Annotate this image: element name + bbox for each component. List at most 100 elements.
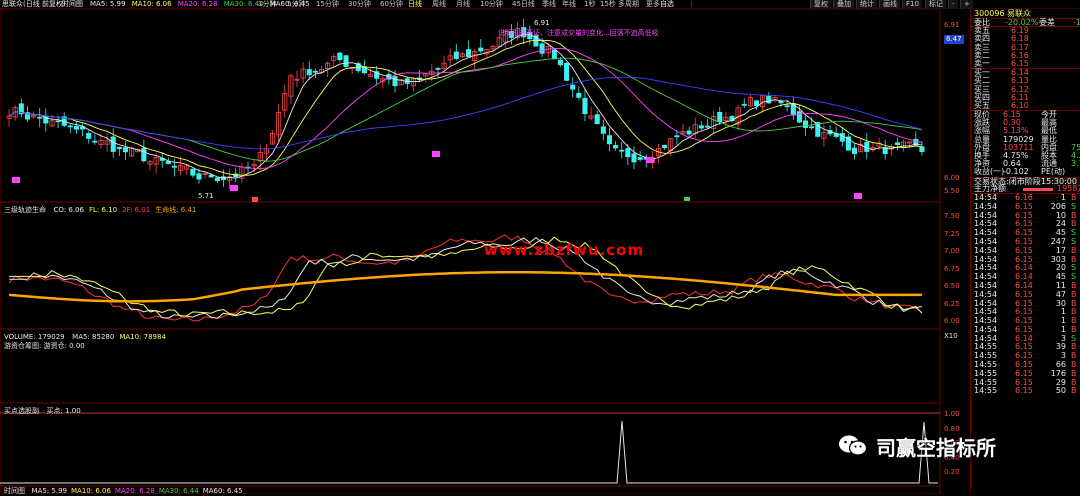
order-book-row[interactable]: 买五 6.10	[971, 100, 1080, 110]
toolbar-button[interactable]: 叠加	[833, 0, 854, 9]
chart-area[interactable]: 6.91 说明形态开证、注意成交量的变化...回落不追高低吸 5.71 三级轨迹…	[0, 9, 970, 495]
period-tab[interactable]: 45日线	[512, 0, 535, 9]
candle-body	[851, 147, 858, 155]
toolbar-button[interactable]: F10	[902, 0, 922, 9]
candle-body	[894, 142, 900, 145]
candle-body	[600, 126, 606, 134]
panel4-name: 买点选股副	[4, 407, 39, 415]
toolbar-button[interactable]: 统计	[856, 0, 877, 9]
candle-body	[784, 105, 790, 108]
period-tab[interactable]: 更多	[646, 0, 660, 9]
candle-body	[766, 95, 772, 104]
period-tab[interactable]: 月线	[456, 0, 470, 9]
tick-row[interactable]: 14:55 6.15 50 B	[971, 387, 1080, 396]
readout-item: 2F: 6.01	[122, 206, 151, 214]
period-tab[interactable]: 周线	[432, 0, 446, 9]
candle-body	[165, 161, 171, 165]
indicator-name[interactable]: 时间图	[62, 0, 83, 9]
wechat-brand: 司赢空指标所	[838, 430, 996, 462]
capital-readout: 游资仓筹图: 游资仓: 0.00	[4, 342, 85, 350]
weicha-label: 委差	[1039, 18, 1055, 27]
period-tab[interactable]: 5分钟	[287, 0, 305, 9]
period-tab[interactable]: 15分钟	[316, 0, 339, 9]
tick-cell: 14:55	[974, 386, 998, 396]
readout-item: 买点: 1.00	[46, 407, 81, 415]
candle-body	[686, 130, 692, 135]
sell-book: 卖五 6.19 卖四 6.18 卖三 6.17 卖二 6.16 卖一 6.15	[971, 26, 1080, 68]
toolbar-button[interactable]: 标记	[925, 0, 946, 9]
life-line	[8, 270, 922, 303]
site-watermark: www.zbzfwu.com	[484, 241, 645, 259]
candle-body	[582, 97, 588, 114]
candle-body	[337, 52, 343, 61]
period-tab[interactable]: 多周期	[618, 0, 639, 9]
toolbar-button[interactable]: 画线	[879, 0, 900, 9]
period-tab[interactable]: 15秒	[600, 0, 616, 9]
period-tab[interactable]: 60分钟	[380, 0, 403, 9]
panel4-title: 买点选股副 买点: 1.00	[4, 406, 81, 415]
order-book-row[interactable]: 卖一 6.15	[971, 58, 1080, 68]
level-price: 6.10	[1011, 100, 1029, 110]
selected-label[interactable]: 自选	[660, 0, 674, 9]
candle-body	[141, 147, 147, 162]
period-tab[interactable]: 10分钟	[480, 0, 503, 9]
period-tab[interactable]: 1秒	[584, 0, 595, 9]
ma-line	[8, 57, 923, 162]
stock-title[interactable]: 思联众(日线 前复权)	[2, 0, 66, 9]
candle-body	[478, 47, 484, 52]
level-label: 卖一	[974, 58, 990, 68]
stock-name[interactable]: 易联众	[1007, 9, 1031, 18]
main-flow-bar	[1023, 187, 1053, 191]
stats-table: 现价 6.15 今开 涨跌 0.30 最高 涨幅 5.13% 最低 总量 179029 量比 外盘 103…	[971, 110, 1080, 177]
period-tab[interactable]: 1分钟	[258, 0, 276, 9]
axis-tick: 1.00	[944, 410, 960, 418]
tick-list[interactable]: 14:54 6.16 1 B 14:54 6.15 206 S 14:54 6.15 10 B 14:5…	[971, 192, 1080, 396]
candle-body	[551, 49, 557, 60]
axis-tick: 6.50	[944, 282, 960, 290]
period-tab[interactable]: 季线	[542, 0, 556, 9]
candle-body	[576, 93, 582, 98]
candle-body	[466, 49, 472, 57]
candle-body	[116, 146, 122, 150]
signal-box	[230, 185, 238, 191]
axis-tick: 7.00	[944, 247, 960, 255]
candle-body	[698, 125, 704, 129]
tick-cell: 6.15	[1015, 386, 1033, 396]
toolbar-button[interactable]: 复权	[810, 0, 831, 9]
candle-body	[796, 111, 802, 123]
signal-box	[12, 177, 20, 183]
period-tab[interactable]: 年线	[562, 0, 576, 9]
toolbar-button[interactable]: +	[960, 0, 973, 9]
axis-tick: 0.20	[944, 468, 960, 476]
panel2-name: 三级轨迹生命	[4, 206, 46, 214]
stat-row: 收益(一) -0.102 PE(动)	[971, 168, 1080, 176]
panel2-title: 三级轨迹生命 CO: 6.06 FL: 6.10 2F: 6.01 生命线: 6.41	[4, 205, 196, 214]
toolbar-button[interactable]: -	[948, 0, 958, 9]
period-tab[interactable]: 30分钟	[348, 0, 371, 9]
candle-body	[717, 112, 723, 123]
period-tab[interactable]: 日线	[408, 0, 422, 9]
panel3-readout: MA5: 85280 MA10: 78984	[67, 332, 166, 341]
ma-readout-item: MA10: 6.06	[131, 0, 172, 8]
high-price-label: 6.91	[534, 19, 550, 27]
stock-code[interactable]: 300096	[974, 9, 1005, 18]
candle-body	[122, 147, 129, 153]
stat-cell: 收益(一)	[974, 167, 1005, 177]
candle-body	[809, 126, 815, 129]
candle-body	[778, 100, 784, 104]
quote-panel: 300096 易联众 委比 -20.02% 委差 -1 卖五 6.19 卖四 6.18…	[970, 9, 1080, 494]
panel3-title: VOLUME: 179029 MA5: 85280 MA10: 78984	[4, 332, 166, 341]
axis-tick: X10	[944, 332, 958, 340]
candle-body	[343, 55, 349, 67]
buy-point-line	[0, 420, 938, 484]
candle-body	[704, 125, 711, 128]
readout-item: MA10: 78984	[119, 333, 166, 341]
top-toolbar: 思联众(日线 前复权) 时间图 MA5: 5.99 MA10: 6.06 MA20:…	[0, 0, 1080, 9]
stat-cell: PE(动)	[1041, 167, 1066, 177]
axis-tick: 6.00	[944, 174, 960, 182]
signal-box	[646, 157, 654, 163]
axis-tick: 7.25	[944, 229, 960, 238]
toolbar-divider: |	[690, 0, 693, 8]
main-flow-value: 1958万	[1057, 183, 1080, 193]
candle-body	[171, 165, 178, 168]
